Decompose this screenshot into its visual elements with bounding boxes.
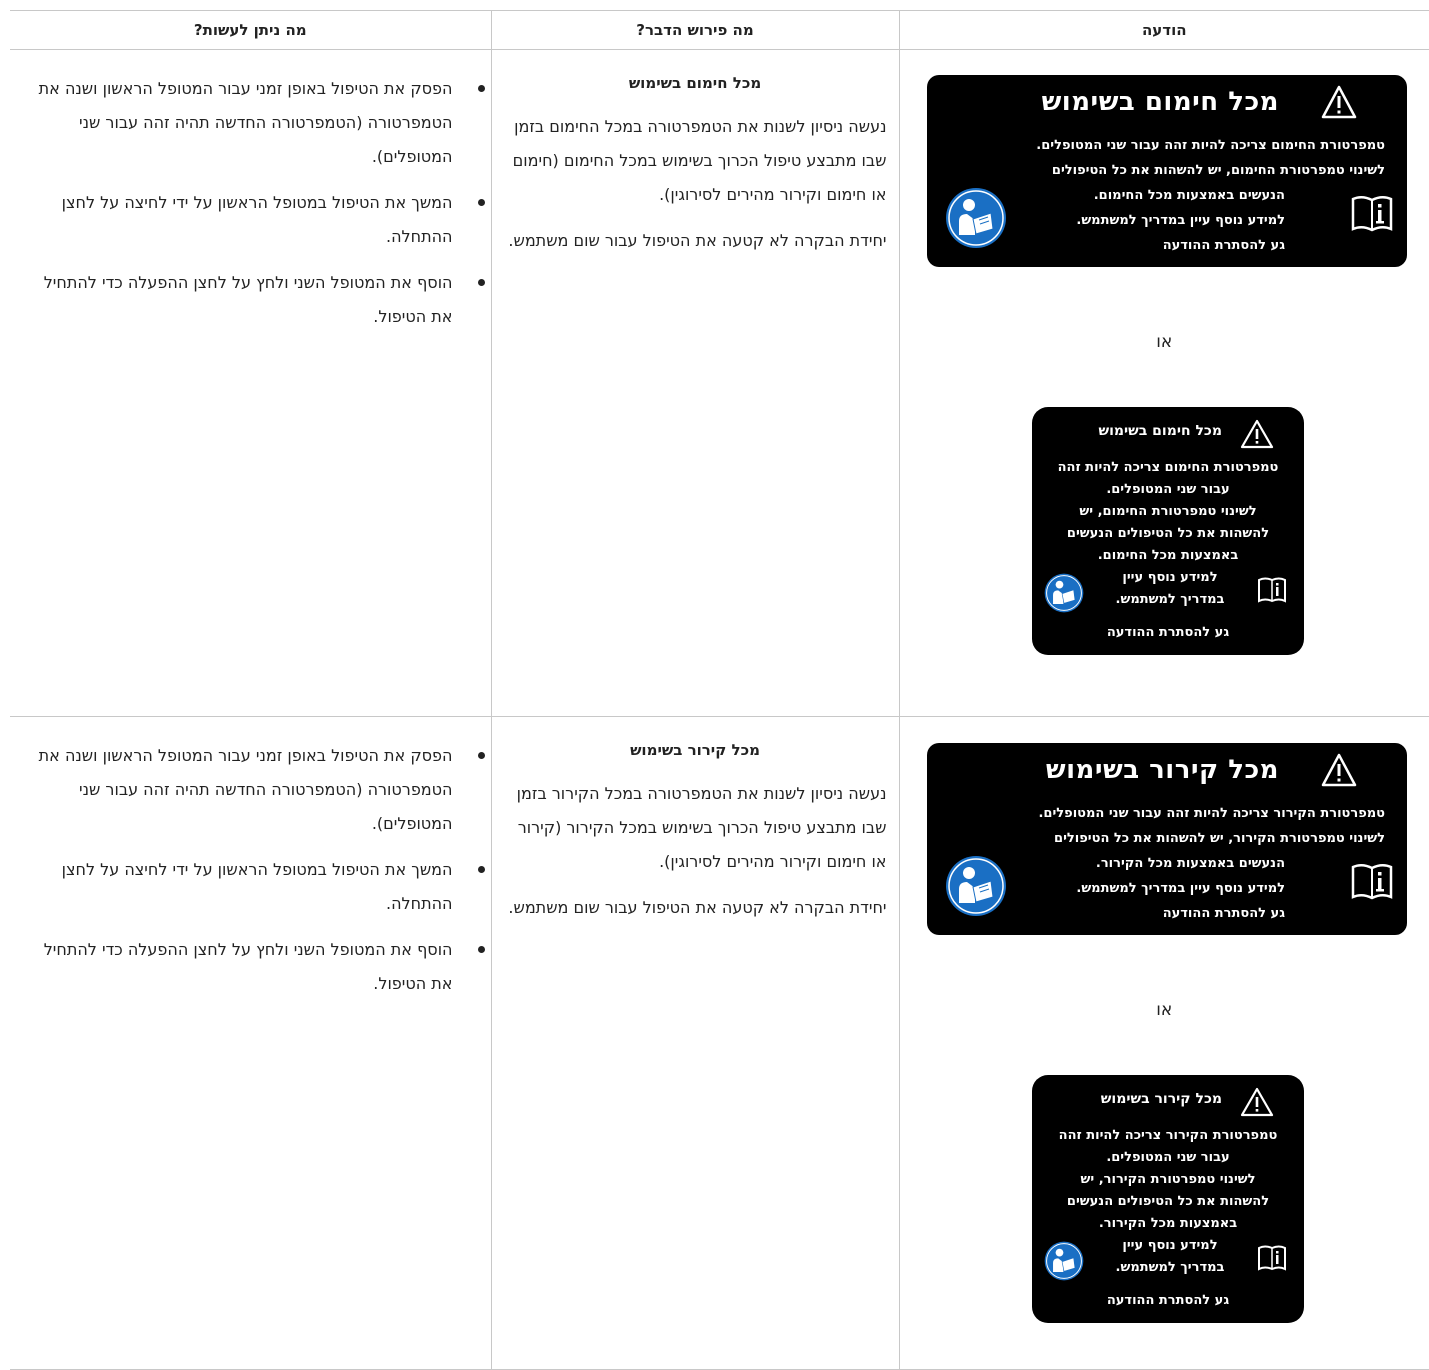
warning-icon: [1321, 85, 1357, 119]
notification-body: טמפרטורת הקירור צריכה להיות זהה עבור שני…: [945, 801, 1385, 926]
table-row: מכל חימום בשימוש טמפרטורת החימום צריכה ל…: [10, 50, 1429, 717]
meaning-paragraph: יחידת הבקרה לא קטעה את הטיפול עבור שום מ…: [504, 224, 887, 258]
notification-line: למידע נוסף עיין: [1110, 1235, 1230, 1257]
meaning-paragraph: נעשה ניסיון לשנות את הטמפרטורה במכל הקיר…: [504, 777, 887, 879]
notification-line: במדריך למשתמש.: [1110, 589, 1230, 611]
read-manual-icon: [1044, 573, 1084, 613]
action-text: הפסק את הטיפול באופן זמני עבור המטופל הר…: [39, 746, 453, 833]
info-book-icon: [1351, 863, 1393, 901]
info-book-icon: [1351, 195, 1393, 233]
notification-line: טמפרטורת החימום צריכה להיות זהה עבור שני…: [945, 133, 1385, 158]
action-list: הפסק את הטיפול באופן זמני עבור המטופל הר…: [30, 739, 453, 1001]
table-row: מכל קירור בשימוש טמפרטורת הקירור צריכה ל…: [10, 717, 1429, 1370]
or-label: או: [900, 1000, 1429, 1020]
notification-line: במדריך למשתמש.: [1110, 1257, 1230, 1279]
notification-screen-small: מכל חימום בשימוש טמפרטורת החימום צריכה ל…: [1032, 407, 1304, 655]
notification-line: לשינוי טמפרטורת הקירור, יש: [1032, 1169, 1304, 1191]
action-text: הפסק את הטיפול באופן זמני עבור המטופל הר…: [39, 79, 453, 166]
notification-line: למידע נוסף עיין במדריך למשתמש.: [945, 208, 1385, 233]
notification-body: טמפרטורת החימום צריכה להיות זהה עבור שני…: [945, 133, 1385, 258]
notification-line: למידע נוסף עיין: [1110, 567, 1230, 589]
notification-title: מכל חימום בשימוש: [1042, 87, 1279, 117]
more-info-text: למידע נוסף עיין במדריך למשתמש.: [1110, 1235, 1230, 1279]
notification-line: הנעשים באמצעות מכל החימום.: [945, 183, 1385, 208]
bullet-icon: [478, 85, 485, 92]
meaning-title: מכל חימום בשימוש: [504, 74, 887, 92]
list-item: המשך את הטיפול במטופל הראשון על ידי לחיצ…: [30, 853, 453, 921]
notification-line: טמפרטורת הקירור צריכה להיות זהה עבור שני…: [945, 801, 1385, 826]
meaning-cell: מכל חימום בשימוש נעשה ניסיון לשנות את הט…: [491, 50, 899, 717]
action-text: הוסף את המטופל השני ולחץ על לחצן ההפעלה …: [44, 940, 453, 993]
dismiss-hint: גע להסתרת ההודעה: [1032, 625, 1304, 640]
notifications-table: הודעה מה פירוש הדבר? מה ניתן לעשות? מכל …: [10, 10, 1429, 1370]
warning-icon: [1240, 1087, 1274, 1117]
action-cell: הפסק את הטיפול באופן זמני עבור המטופל הר…: [10, 50, 491, 717]
notification-title: מכל חימום בשימוש: [1098, 423, 1222, 439]
notification-line: עבור שני המטופלים.: [1032, 479, 1304, 501]
notification-screen-wide: מכל קירור בשימוש טמפרטורת הקירור צריכה ל…: [927, 743, 1407, 935]
list-item: המשך את הטיפול במטופל הראשון על ידי לחיצ…: [30, 186, 453, 254]
table-header-row: הודעה מה פירוש הדבר? מה ניתן לעשות?: [10, 11, 1429, 50]
notification-cell: מכל חימום בשימוש טמפרטורת החימום צריכה ל…: [899, 50, 1429, 717]
notification-line: לשינוי טמפרטורת החימום, יש להשהות את כל …: [945, 158, 1385, 183]
read-manual-icon: [1044, 1241, 1084, 1281]
list-item: הוסף את המטופל השני ולחץ על לחצן ההפעלה …: [30, 933, 453, 1001]
notification-line: טמפרטורת הקירור צריכה להיות זהה: [1032, 1125, 1304, 1147]
action-text: המשך את הטיפול במטופל הראשון על ידי לחיצ…: [62, 860, 453, 913]
notification-screen-wide: מכל חימום בשימוש טמפרטורת החימום צריכה ל…: [927, 75, 1407, 267]
dismiss-hint: גע להסתרת ההודעה: [945, 233, 1385, 258]
bullet-icon: [478, 279, 485, 286]
warning-icon: [1321, 753, 1357, 787]
document-page: הודעה מה פירוש הדבר? מה ניתן לעשות? מכל …: [0, 0, 1429, 1369]
notification-line: למידע נוסף עיין במדריך למשתמש.: [945, 876, 1385, 901]
header-notification: הודעה: [899, 11, 1429, 50]
notification-line: באמצעות מכל החימום.: [1032, 545, 1304, 567]
read-manual-icon: [945, 855, 1007, 917]
dismiss-hint: גע להסתרת ההודעה: [945, 901, 1385, 926]
list-item: הפסק את הטיפול באופן זמני עבור המטופל הר…: [30, 739, 453, 841]
action-text: המשך את הטיפול במטופל הראשון על ידי לחיצ…: [62, 193, 453, 246]
meaning-cell: מכל קירור בשימוש נעשה ניסיון לשנות את הט…: [491, 717, 899, 1370]
more-info-text: למידע נוסף עיין במדריך למשתמש.: [1110, 567, 1230, 611]
info-book-icon: [1258, 577, 1286, 603]
action-list: הפסק את הטיפול באופן זמני עבור המטופל הר…: [30, 72, 453, 334]
notification-body: טמפרטורת החימום צריכה להיות זהה עבור שני…: [1032, 457, 1304, 567]
or-label: או: [900, 332, 1429, 352]
bullet-icon: [478, 866, 485, 873]
meaning-paragraph: יחידת הבקרה לא קטעה את הטיפול עבור שום מ…: [504, 891, 887, 925]
warning-icon: [1240, 419, 1274, 449]
dismiss-hint: גע להסתרת ההודעה: [1032, 1293, 1304, 1308]
meaning-paragraph: נעשה ניסיון לשנות את הטמפרטורה במכל החימ…: [504, 110, 887, 212]
notification-line: באמצעות מכל הקירור.: [1032, 1213, 1304, 1235]
meaning-title: מכל קירור בשימוש: [504, 741, 887, 759]
action-text: הוסף את המטופל השני ולחץ על לחצן ההפעלה …: [44, 273, 453, 326]
notification-line: להשהות את כל הטיפולים הנעשים: [1032, 1191, 1304, 1213]
notification-line: עבור שני המטופלים.: [1032, 1147, 1304, 1169]
read-manual-icon: [945, 187, 1007, 249]
bullet-icon: [478, 199, 485, 206]
list-item: הפסק את הטיפול באופן זמני עבור המטופל הר…: [30, 72, 453, 174]
notification-title: מכל קירור בשימוש: [1046, 755, 1279, 785]
notification-line: הנעשים באמצעות מכל הקירור.: [945, 851, 1385, 876]
notification-body: טמפרטורת הקירור צריכה להיות זהה עבור שני…: [1032, 1125, 1304, 1235]
notification-title: מכל קירור בשימוש: [1101, 1091, 1222, 1107]
notification-line: לשינוי טמפרטורת הקירור, יש להשהות את כל …: [945, 826, 1385, 851]
header-action: מה ניתן לעשות?: [10, 11, 491, 50]
header-meaning: מה פירוש הדבר?: [491, 11, 899, 50]
info-book-icon: [1258, 1245, 1286, 1271]
notification-line: טמפרטורת החימום צריכה להיות זהה: [1032, 457, 1304, 479]
list-item: הוסף את המטופל השני ולחץ על לחצן ההפעלה …: [30, 266, 453, 334]
notification-line: להשהות את כל הטיפולים הנעשים: [1032, 523, 1304, 545]
notification-line: לשינוי טמפרטורת החימום, יש: [1032, 501, 1304, 523]
action-cell: הפסק את הטיפול באופן זמני עבור המטופל הר…: [10, 717, 491, 1370]
notification-cell: מכל קירור בשימוש טמפרטורת הקירור צריכה ל…: [899, 717, 1429, 1370]
bullet-icon: [478, 752, 485, 759]
bullet-icon: [478, 946, 485, 953]
notification-screen-small: מכל קירור בשימוש טמפרטורת הקירור צריכה ל…: [1032, 1075, 1304, 1323]
